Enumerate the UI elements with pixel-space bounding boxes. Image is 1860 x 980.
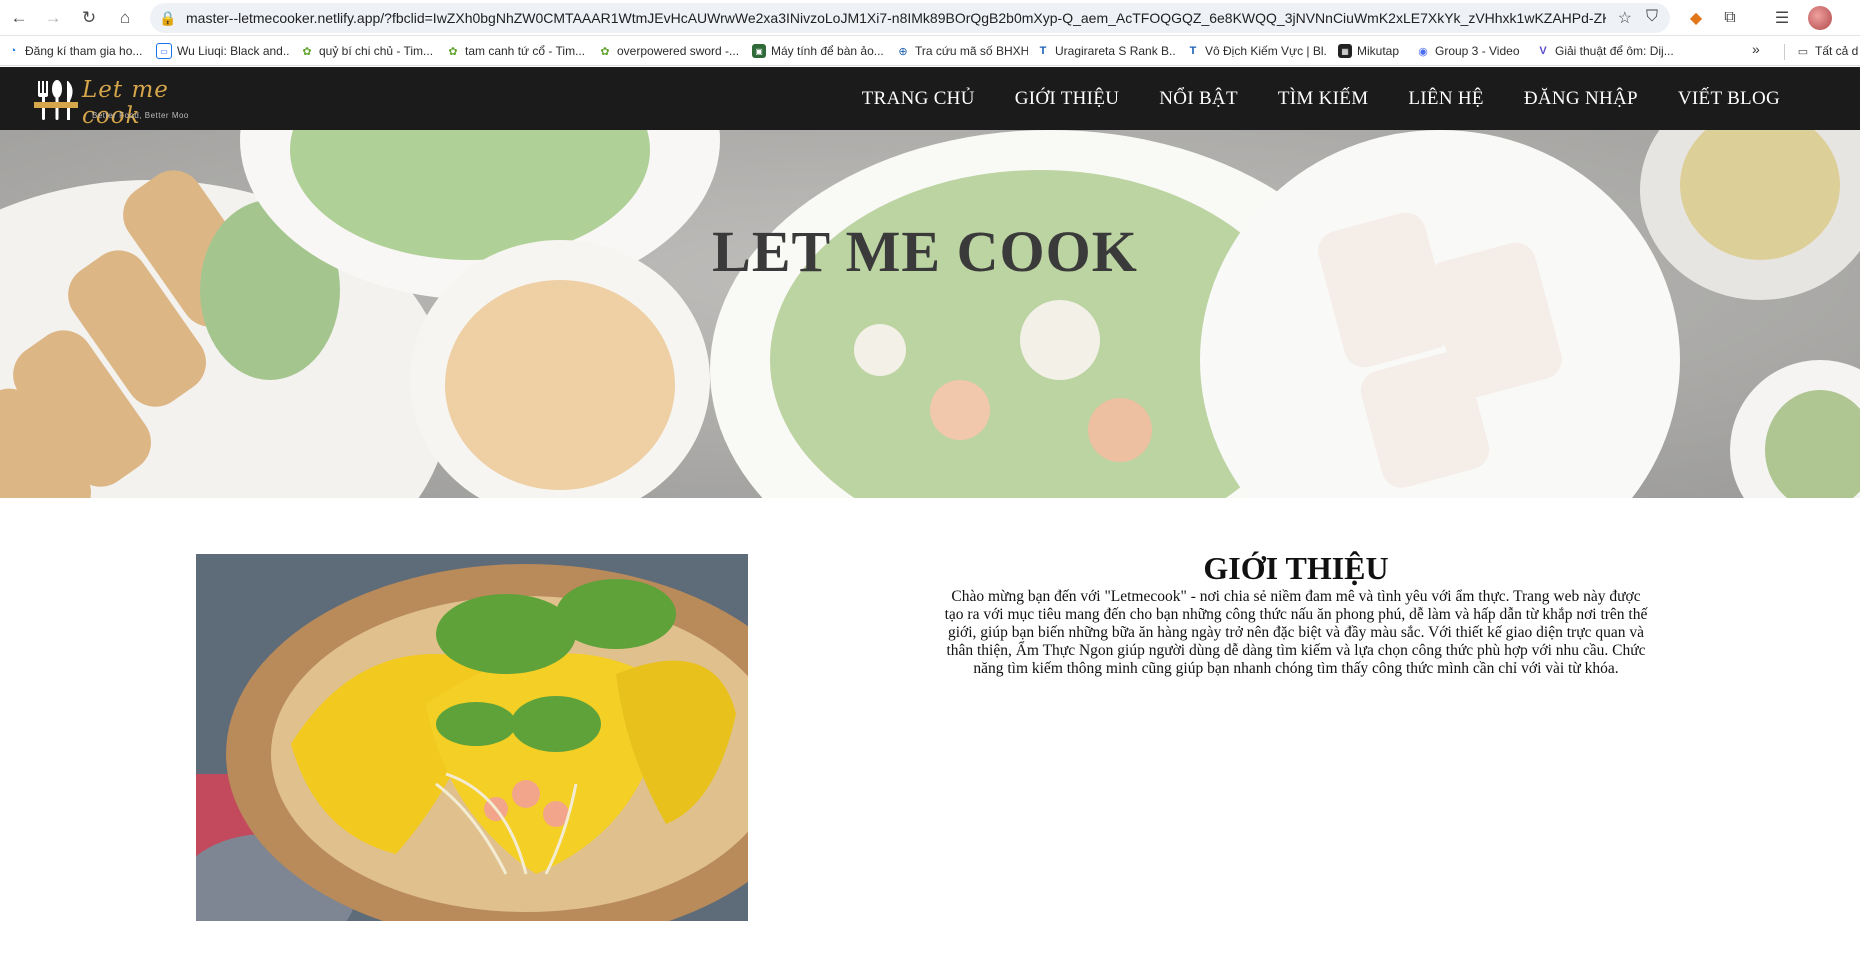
home-icon[interactable]: ⌂ <box>112 5 138 31</box>
tv-icon: ▭ <box>156 43 172 59</box>
about-heading: GIỚI THIỆU <box>1203 550 1389 586</box>
globe-icon: ⊕ <box>898 45 908 58</box>
banh-xeo-image <box>196 554 748 921</box>
circle-icon: ◉ <box>1418 45 1428 58</box>
google-drive-icon: ◔ <box>9 45 17 57</box>
bookmark-item[interactable]: ⊕ Tra cứu mã số BHXH <box>896 41 1028 61</box>
cutlery-icon <box>34 80 78 120</box>
nav-home[interactable]: TRANG CHỦ <box>862 88 975 110</box>
profile-avatar[interactable] <box>1808 6 1832 30</box>
bookmark-item[interactable]: ✿ tam canh tứ cổ - Tim... <box>446 41 586 61</box>
site-icon: T <box>1189 45 1197 57</box>
nav-write-blog[interactable]: VIẾT BLOG <box>1678 88 1780 110</box>
bookmark-item[interactable]: ▦ Mikutap <box>1338 41 1416 61</box>
main-nav: TRANG CHỦ GIỚI THIỆU NỔI BẬT TÌM KIẾM LI… <box>862 67 1780 130</box>
browser-toolbar: ← → ↻ ⌂ 🔒 master--letmecooker.netlify.ap… <box>0 0 1860 36</box>
site-icon: T <box>1039 45 1047 57</box>
nav-contact[interactable]: LIÊN HỆ <box>1408 88 1483 110</box>
about-image <box>196 554 748 921</box>
bookmark-item[interactable]: ◉ Group 3 - Video <box>1416 41 1526 61</box>
leaf-icon: ✿ <box>600 45 610 58</box>
divider <box>1784 44 1785 60</box>
back-icon[interactable]: ← <box>6 5 32 31</box>
bookmarks-overflow-button[interactable]: » <box>1752 41 1760 57</box>
folder-icon: ▭ <box>1797 45 1809 58</box>
hero-overlay <box>0 130 1860 498</box>
bookmark-item[interactable]: ◔ Đăng kí tham gia ho... <box>6 41 146 61</box>
forward-icon[interactable]: → <box>40 5 66 31</box>
bookmark-item[interactable]: ✿ overpowered sword -... <box>598 41 742 61</box>
media-controls-icon[interactable]: ☰ <box>1770 6 1794 30</box>
v-icon: V <box>1539 45 1547 57</box>
reload-icon[interactable]: ↻ <box>76 5 102 31</box>
hero-banner: LET ME COOK <box>0 130 1860 498</box>
bookmark-item[interactable]: ✿ quỷ bí chi chủ - Tim... <box>300 41 432 61</box>
url-text[interactable]: master--letmecooker.netlify.app/?fbclid=… <box>186 10 1606 26</box>
nav-login[interactable]: ĐĂNG NHẬP <box>1524 88 1638 110</box>
bookmark-star-icon[interactable]: ☆ <box>1618 8 1632 28</box>
logo-tagline: Better Food, Better Moo <box>92 111 189 120</box>
bookmark-item[interactable]: T Vô Địch Kiếm Vực | Bl... <box>1186 41 1326 61</box>
site-header: Let me cook Better Food, Better Moo TRAN… <box>0 67 1860 130</box>
nav-featured[interactable]: NỔI BẬT <box>1159 88 1238 110</box>
all-bookmarks-button[interactable]: ▭ Tất cả d <box>1796 41 1860 61</box>
bookmark-item[interactable]: ▣ Máy tính để bàn ảo... <box>752 41 890 61</box>
site-info-icon[interactable]: 🔒 <box>150 10 186 27</box>
desktop-icon: ▣ <box>752 44 766 58</box>
bookmark-item[interactable]: ▭ Wu Liuqi: Black and... <box>156 41 290 61</box>
bookmarks-bar: ◔ Đăng kí tham gia ho... ▭ Wu Liuqi: Black… <box>0 36 1860 66</box>
shield-icon[interactable]: ⛉ <box>1646 8 1658 28</box>
bookmark-item[interactable]: V Giải thuật để ôm: Dij... <box>1536 41 1682 61</box>
extensions-puzzle-icon[interactable]: ⧉ <box>1718 6 1742 30</box>
leaf-icon: ✿ <box>448 45 458 58</box>
about-description: Chào mừng bạn đến với "Letmecook" - nơi … <box>944 588 1648 677</box>
site-logo[interactable]: Let me cook Better Food, Better Moo <box>34 71 204 129</box>
address-bar[interactable]: 🔒 master--letmecooker.netlify.app/?fbcli… <box>150 3 1670 33</box>
logo-wordmark: Let me cook <box>82 77 169 129</box>
leaf-icon: ✿ <box>302 45 312 58</box>
metamask-extension-icon[interactable]: ◆ <box>1684 6 1708 30</box>
bookmark-item[interactable]: T Uragirareta S Rank B... <box>1036 41 1176 61</box>
qr-icon: ▦ <box>1338 44 1352 58</box>
nav-search[interactable]: TÌM KIẾM <box>1278 88 1369 110</box>
hero-title: LET ME COOK <box>712 219 1138 284</box>
nav-about[interactable]: GIỚI THIỆU <box>1015 88 1120 110</box>
